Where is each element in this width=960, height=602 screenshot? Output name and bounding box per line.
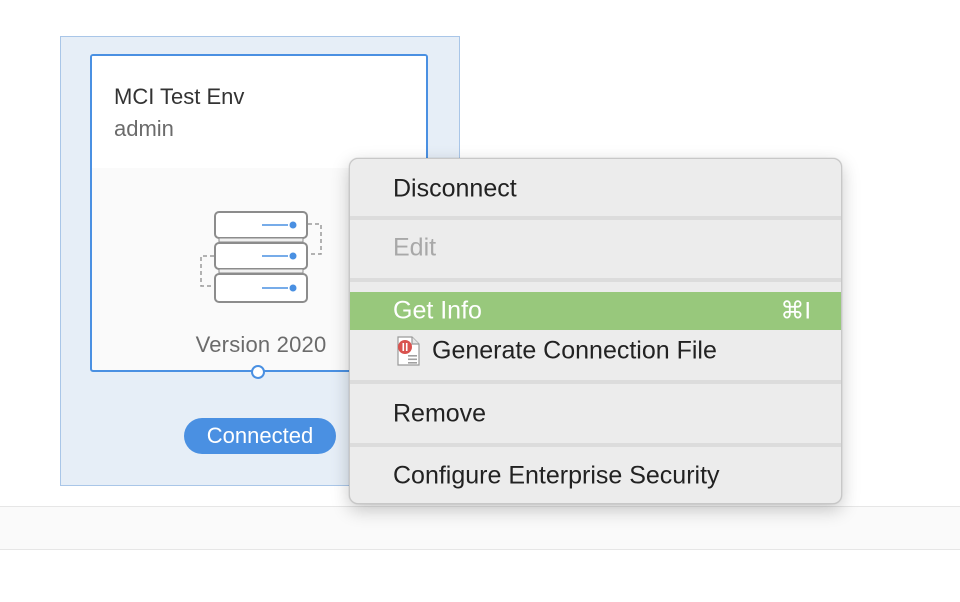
menu-separator <box>350 216 841 220</box>
menu-item-label: Edit <box>393 233 437 262</box>
server-stack-icon <box>200 211 322 303</box>
menu-separator <box>350 278 841 282</box>
menu-item-label: Remove <box>393 399 487 428</box>
shortcut-label: ⌘I <box>780 297 811 325</box>
menu-item-edit: Edit <box>350 223 841 273</box>
context-menu: Disconnect Edit Get Info ⌘I Generate Con… <box>349 158 842 504</box>
menu-item-configure-enterprise-security[interactable]: Configure Enterprise Security <box>350 451 841 501</box>
environment-name: MCI Test Env <box>114 84 245 109</box>
connection-file-icon <box>397 336 420 366</box>
menu-item-get-info[interactable]: Get Info ⌘I <box>350 292 841 330</box>
bottom-panel <box>0 506 960 550</box>
environment-user: admin <box>114 116 174 141</box>
connection-handle[interactable] <box>251 365 265 379</box>
menu-separator <box>350 380 841 384</box>
menu-item-label: Configure Enterprise Security <box>393 461 720 490</box>
card-header: MCI Test Env admin <box>92 56 426 168</box>
menu-item-label: Generate Connection File <box>432 336 717 365</box>
menu-item-generate-connection-file[interactable]: Generate Connection File <box>350 331 841 371</box>
menu-item-disconnect[interactable]: Disconnect <box>350 165 841 213</box>
status-badge: Connected <box>184 418 336 454</box>
menu-item-remove[interactable]: Remove <box>350 388 841 440</box>
menu-item-label: Disconnect <box>393 174 517 203</box>
app-canvas: MCI Test Env admin Version 2020 Connecte… <box>0 0 960 602</box>
menu-item-label: Get Info <box>393 296 482 325</box>
menu-separator <box>350 443 841 447</box>
